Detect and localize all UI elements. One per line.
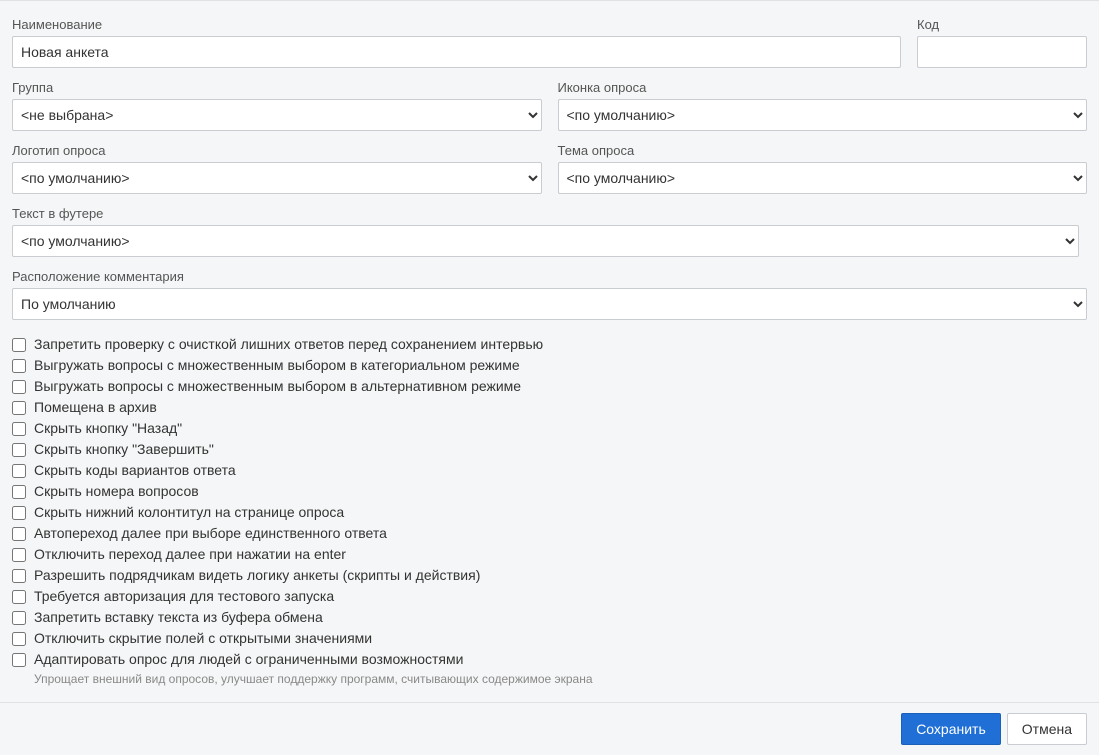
checkbox-label: Помещена в архив xyxy=(34,397,157,418)
checkbox-row: Отключить переход далее при нажатии на e… xyxy=(12,544,1087,565)
checkbox-label: Скрыть нижний колонтитул на странице опр… xyxy=(34,502,344,523)
footer-bar: Сохранить Отмена xyxy=(0,702,1099,755)
checkbox-row: Разрешить подрядчикам видеть логику анке… xyxy=(12,565,1087,586)
checkbox-helper: Упрощает внешний вид опросов, улучшает п… xyxy=(34,672,1087,686)
checkbox-row: Помещена в архив xyxy=(12,397,1087,418)
footer-text-select[interactable]: <по умолчанию> xyxy=(12,225,1079,257)
checkbox-row: Скрыть кнопку "Назад" xyxy=(12,418,1087,439)
checkbox-label: Отключить скрытие полей с открытыми знач… xyxy=(34,628,372,649)
checkbox-input[interactable] xyxy=(12,380,26,394)
code-input[interactable] xyxy=(917,36,1087,68)
checkbox-row: Выгружать вопросы с множественным выборо… xyxy=(12,376,1087,397)
checkbox-section: Запретить проверку с очисткой лишних отв… xyxy=(12,334,1087,686)
checkbox-input[interactable] xyxy=(12,632,26,646)
checkbox-input[interactable] xyxy=(12,527,26,541)
name-label: Наименование xyxy=(12,17,901,32)
checkbox-label: Скрыть коды вариантов ответа xyxy=(34,460,236,481)
checkbox-input[interactable] xyxy=(12,611,26,625)
survey-theme-select[interactable]: <по умолчанию> xyxy=(558,162,1088,194)
checkbox-row: Скрыть нижний колонтитул на странице опр… xyxy=(12,502,1087,523)
checkbox-label: Запретить вставку текста из буфера обмен… xyxy=(34,607,323,628)
checkbox-input[interactable] xyxy=(12,422,26,436)
checkbox-row: Запретить вставку текста из буфера обмен… xyxy=(12,607,1087,628)
survey-logo-select[interactable]: <по умолчанию> xyxy=(12,162,542,194)
checkbox-row: Скрыть коды вариантов ответа xyxy=(12,460,1087,481)
checkbox-label: Скрыть кнопку "Завершить" xyxy=(34,439,214,460)
checkbox-label: Разрешить подрядчикам видеть логику анке… xyxy=(34,565,480,586)
checkbox-row: Выгружать вопросы с множественным выборо… xyxy=(12,355,1087,376)
checkbox-label: Скрыть кнопку "Назад" xyxy=(34,418,182,439)
checkbox-label: Запретить проверку с очисткой лишних отв… xyxy=(34,334,543,355)
form-body: Наименование Код Группа <не выбрана> Ико… xyxy=(0,0,1099,702)
checkbox-input[interactable] xyxy=(12,569,26,583)
checkbox-label: Скрыть номера вопросов xyxy=(34,481,199,502)
cancel-button[interactable]: Отмена xyxy=(1007,713,1087,745)
checkbox-input[interactable] xyxy=(12,359,26,373)
checkbox-label: Требуется авторизация для тестового запу… xyxy=(34,586,334,607)
checkbox-input[interactable] xyxy=(12,506,26,520)
checkbox-input[interactable] xyxy=(12,464,26,478)
survey-logo-label: Логотип опроса xyxy=(12,143,542,158)
checkbox-input[interactable] xyxy=(12,548,26,562)
checkbox-input[interactable] xyxy=(12,338,26,352)
checkbox-input[interactable] xyxy=(12,485,26,499)
checkbox-row: Адаптировать опрос для людей с ограничен… xyxy=(12,649,1087,670)
footer-text-label: Текст в футере xyxy=(12,206,1079,221)
checkbox-row: Автопереход далее при выборе единственно… xyxy=(12,523,1087,544)
checkbox-label: Адаптировать опрос для людей с ограничен… xyxy=(34,649,463,670)
checkbox-label: Отключить переход далее при нажатии на e… xyxy=(34,544,346,565)
checkbox-label: Выгружать вопросы с множественным выборо… xyxy=(34,355,520,376)
code-label: Код xyxy=(917,17,1087,32)
comment-position-select[interactable]: По умолчанию xyxy=(12,288,1087,320)
checkbox-row: Отключить скрытие полей с открытыми знач… xyxy=(12,628,1087,649)
checkbox-row: Требуется авторизация для тестового запу… xyxy=(12,586,1087,607)
survey-theme-label: Тема опроса xyxy=(558,143,1088,158)
checkbox-input[interactable] xyxy=(12,401,26,415)
checkbox-label: Автопереход далее при выборе единственно… xyxy=(34,523,387,544)
survey-icon-select[interactable]: <по умолчанию> xyxy=(558,99,1088,131)
checkbox-row: Скрыть номера вопросов xyxy=(12,481,1087,502)
survey-icon-label: Иконка опроса xyxy=(558,80,1088,95)
checkbox-label: Выгружать вопросы с множественным выборо… xyxy=(34,376,521,397)
name-input[interactable] xyxy=(12,36,901,68)
comment-position-label: Расположение комментария xyxy=(12,269,1087,284)
group-label: Группа xyxy=(12,80,542,95)
checkbox-row: Запретить проверку с очисткой лишних отв… xyxy=(12,334,1087,355)
save-button[interactable]: Сохранить xyxy=(901,713,1001,745)
checkbox-input[interactable] xyxy=(12,653,26,667)
checkbox-input[interactable] xyxy=(12,590,26,604)
checkbox-input[interactable] xyxy=(12,443,26,457)
group-select[interactable]: <не выбрана> xyxy=(12,99,542,131)
checkbox-row: Скрыть кнопку "Завершить" xyxy=(12,439,1087,460)
